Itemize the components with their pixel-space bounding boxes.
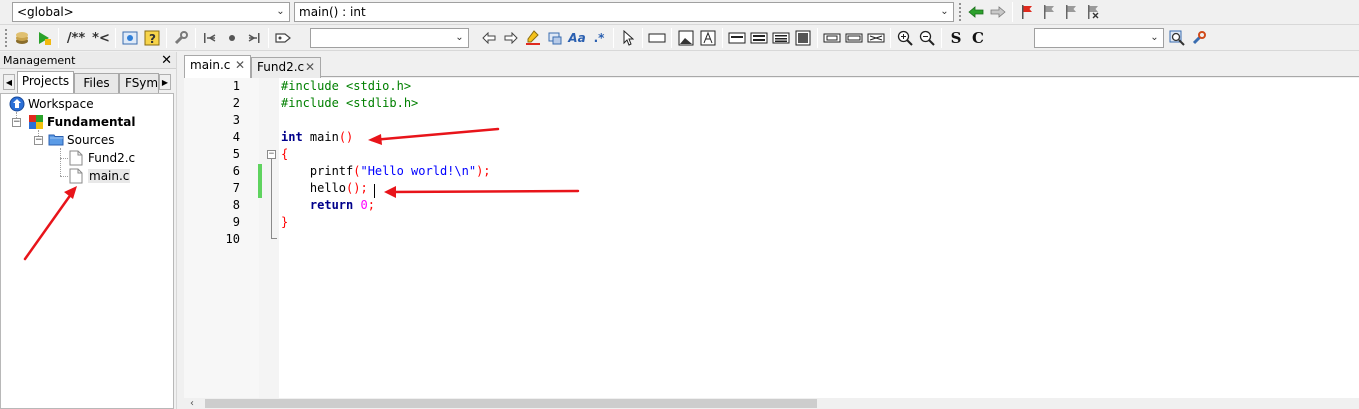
annotation-arrow-hello <box>386 189 580 194</box>
annotation-arrows <box>23 127 580 261</box>
arrowhead <box>384 186 396 198</box>
annotation-arrow-mainc <box>23 188 76 261</box>
arrowhead <box>368 134 382 145</box>
annotation-arrow-main <box>370 127 500 142</box>
arrowhead <box>64 186 77 199</box>
